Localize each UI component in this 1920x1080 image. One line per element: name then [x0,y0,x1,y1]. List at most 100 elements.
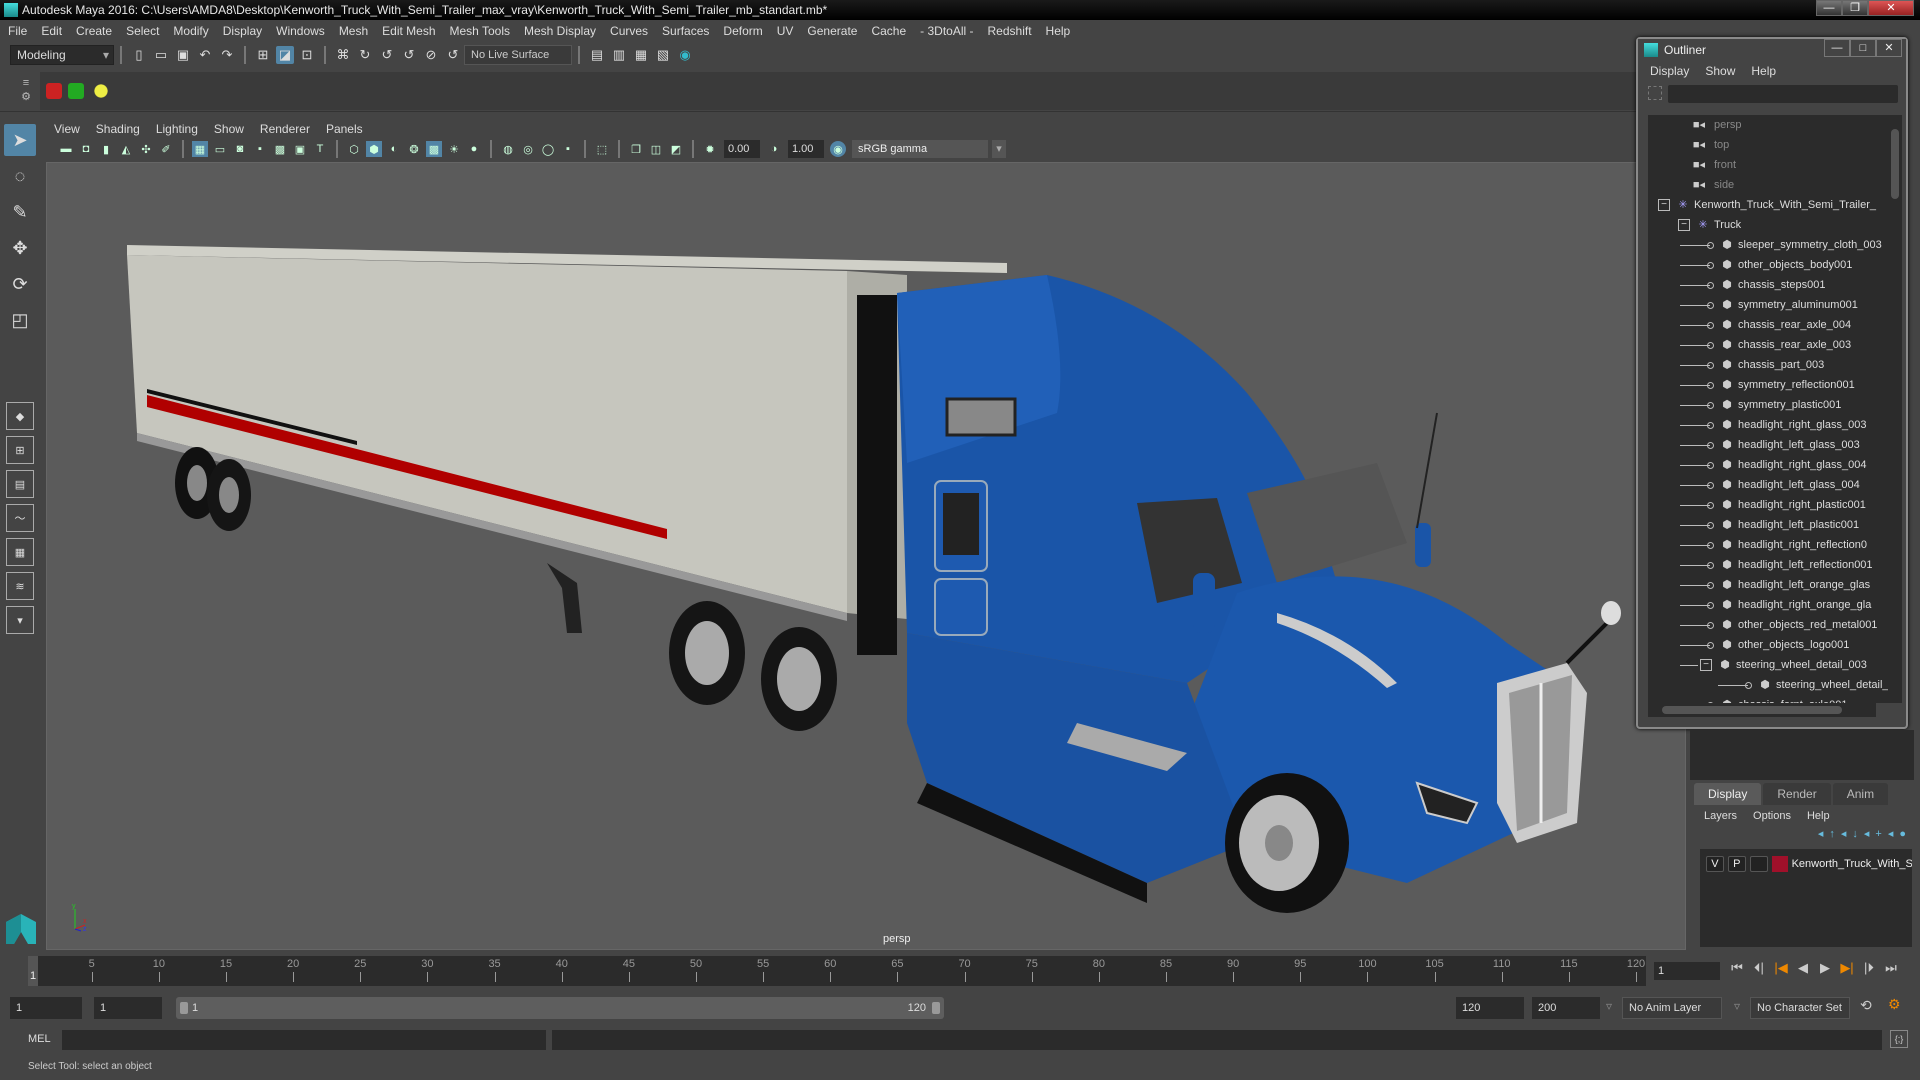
undo-icon[interactable]: ↶ [196,46,214,64]
outliner-item[interactable]: ⬢ other_objects_logo001 [1648,635,1892,655]
outliner-item[interactable]: ⬢ sleeper_symmetry_cloth_003 [1648,235,1892,255]
play-forwards-icon[interactable]: ▶ [1814,960,1836,976]
menu-mesh-tools[interactable]: Mesh Tools [450,24,510,38]
snap-grid-icon[interactable]: ⌘ [334,46,352,64]
motion-blur-icon[interactable]: ◎ [520,141,536,157]
collapse-toggle[interactable]: − [1658,199,1670,212]
layer-visibility-toggle[interactable]: V [1706,856,1724,872]
image-plane-icon[interactable]: ◭ [118,141,134,157]
outliner-item[interactable]: ⬢ steering_wheel_detail_( [1648,675,1892,695]
outliner-item[interactable]: ⬢ headlight_left_orange_glas [1648,575,1892,595]
view-transform-dropdown[interactable]: sRGB gamma [852,140,1006,158]
shadows-icon[interactable]: ● [466,141,482,157]
collapse-toggle[interactable]: − [1678,219,1690,232]
outliner-item[interactable]: ⬢ headlight_right_plastic001 [1648,495,1892,515]
ipr-render-icon[interactable]: ▦ [632,46,650,64]
gamma-field[interactable]: 1.00 [788,140,824,158]
menu-uv[interactable]: UV [777,24,794,38]
outliner-item[interactable]: ⬢ chassis_rear_axle_003 [1648,335,1892,355]
snap-point-icon[interactable]: ↺ [378,46,396,64]
outliner-item[interactable]: ⬢ headlight_left_reflection001 [1648,555,1892,575]
save-scene-icon[interactable]: ▣ [174,46,192,64]
move-layer-up-icon[interactable]: ◂↑ [1818,828,1841,840]
play-backwards-icon[interactable]: ◀ [1792,960,1814,976]
perspective-viewport[interactable]: y x z persp [46,162,1686,950]
panel-menu-shading[interactable]: Shading [96,122,140,136]
panel-menu-view[interactable]: View [54,122,80,136]
outliner-item[interactable]: ⬢ headlight_right_glass_004 [1648,455,1892,475]
menu-generate[interactable]: Generate [807,24,857,38]
color-management-toggle-icon[interactable]: ◉ [830,141,846,157]
menu-curves[interactable]: Curves [610,24,648,38]
range-slider[interactable]: 1 120 [176,997,944,1019]
render-view-icon[interactable]: ▤ [588,46,606,64]
outliner-item[interactable]: ⬢ headlight_right_reflection0 [1648,535,1892,555]
outliner-item[interactable]: − ⬢ steering_wheel_detail_003 [1648,655,1892,675]
outliner-minimize-button[interactable]: — [1824,39,1850,57]
gamma-icon[interactable]: ◑ [766,141,782,157]
2d-pan-zoom-icon[interactable]: ✣ [138,141,154,157]
safe-title-icon[interactable]: T [312,141,328,157]
outliner-item[interactable]: ■◂ side [1648,175,1892,195]
menu-redshift[interactable]: Redshift [988,24,1032,38]
select-tool-icon[interactable]: ➤ [4,124,36,156]
anti-aliasing-icon[interactable]: ◯ [540,141,556,157]
layer-row[interactable]: V P Kenworth_Truck_With_S [1700,853,1912,875]
outliner-item[interactable]: ⬢ chassis_rear_axle_004 [1648,315,1892,335]
outliner-vertical-scrollbar[interactable] [1888,115,1902,703]
command-input[interactable] [62,1030,546,1050]
menu-edit-mesh[interactable]: Edit Mesh [382,24,435,38]
animation-start-field[interactable]: 1 [10,997,82,1019]
scale-tool-icon[interactable]: ◰ [4,304,36,336]
animation-preferences-icon[interactable]: ⚙ [1888,996,1901,1013]
use-all-lights-icon[interactable]: ☀ [446,141,462,157]
outliner-maximize-button[interactable]: □ [1850,39,1876,57]
paint-select-tool-icon[interactable]: ✎ [4,196,36,228]
shelf-button-red[interactable] [46,83,62,99]
bookmark-icon[interactable]: ▮ [98,141,114,157]
layer-menu-layers[interactable]: Layers [1704,810,1737,822]
menu-modify[interactable]: Modify [173,24,208,38]
menu-surfaces[interactable]: Surfaces [662,24,709,38]
light-shelf-icon[interactable] [90,80,112,102]
layer-color-swatch[interactable] [1771,856,1788,872]
anim-layer-dropdown-arrow[interactable]: ▿ [1606,999,1612,1013]
outliner-menu-display[interactable]: Display [1650,64,1689,78]
auto-key-icon[interactable]: ⟲ [1860,997,1872,1014]
lasso-tool-icon[interactable]: ◌ [4,160,36,192]
layout-menu-icon[interactable]: ▾ [6,606,34,634]
layer-menu-help[interactable]: Help [1807,810,1830,822]
render-settings-icon[interactable]: ▧ [654,46,672,64]
grid-icon[interactable]: ▦ [192,141,208,157]
playback-end-field[interactable]: 120 [1456,997,1524,1019]
outliner-item[interactable]: ■◂ persp [1648,115,1892,135]
menu-create[interactable]: Create [76,24,112,38]
live-surface-field[interactable]: No Live Surface [464,45,572,65]
outliner-item[interactable]: ⬢ headlight_left_plastic001 [1648,515,1892,535]
select-hierarchy-icon[interactable]: ⊞ [254,46,272,64]
shelf-button-green[interactable] [68,83,84,99]
wireframe-on-shaded-icon[interactable]: ❂ [406,141,422,157]
layer-tab-display[interactable]: Display [1694,783,1762,805]
xray-icon[interactable]: ❐ [628,141,644,157]
outliner-item[interactable]: ⬢ symmetry_aluminum001 [1648,295,1892,315]
menu-help[interactable]: Help [1046,24,1071,38]
outliner-persp-layout-icon[interactable]: ▤ [6,470,34,498]
collapse-toggle[interactable]: − [1700,659,1712,672]
outliner-item[interactable]: ⬢ headlight_left_glass_003 [1648,435,1892,455]
move-layer-down-icon[interactable]: ◂↓ [1841,828,1864,840]
rotate-tool-icon[interactable]: ⟳ [4,268,36,300]
outliner-item[interactable]: ⬢ other_objects_red_metal001 [1648,615,1892,635]
single-pane-layout-icon[interactable]: ◆ [6,402,34,430]
script-editor-icon[interactable]: {;} [1890,1030,1908,1048]
outliner-item[interactable]: ⬢ chassis_steps001 [1648,275,1892,295]
outliner-item[interactable]: − ✳ Kenworth_Truck_With_Semi_Trailer_ [1648,195,1892,215]
layer-tab-anim[interactable]: Anim [1832,783,1889,805]
four-pane-layout-icon[interactable]: ⊞ [6,436,34,464]
playback-start-field[interactable]: 1 [94,997,162,1019]
screen-space-ao-icon[interactable]: ◍ [500,141,516,157]
exposure-field[interactable]: 0.00 [724,140,760,158]
outliner-item[interactable]: ■◂ top [1648,135,1892,155]
menu-display[interactable]: Display [223,24,262,38]
smooth-shade-icon[interactable]: ⬢ [366,141,382,157]
